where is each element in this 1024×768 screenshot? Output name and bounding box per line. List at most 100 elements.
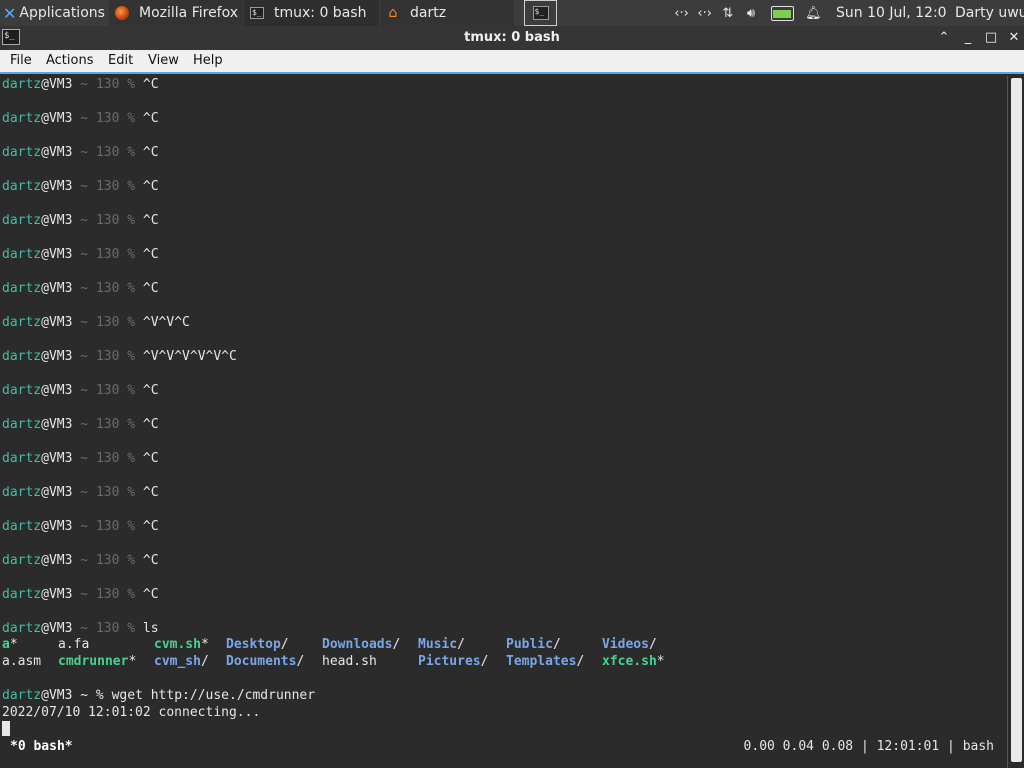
prompt-host: @VM3	[41, 417, 73, 432]
prompt-dir: ~	[72, 383, 96, 398]
prompt-user: dartz	[2, 451, 42, 466]
prompt-command: ^C	[142, 519, 159, 534]
ls-entry-name: cvm_sh	[154, 654, 201, 669]
ls-entry-name: Public	[506, 637, 553, 652]
prompt-exit-code: 130 %	[95, 349, 143, 364]
ls-entry-name: Videos	[602, 637, 649, 652]
prompt-exit-code: 130 %	[95, 451, 143, 466]
taskbar-item-label: Mozilla Firefox	[139, 5, 239, 21]
prompt-exit-code: 130 %	[95, 247, 143, 262]
ls-entry-name: Templates	[506, 654, 577, 669]
prompt-host: @VM3	[41, 451, 73, 466]
ls-entry-suffix: /	[457, 637, 465, 652]
battery-icon[interactable]	[770, 5, 794, 21]
prompt-host: @VM3	[41, 485, 73, 500]
prompt-user: dartz	[2, 621, 42, 636]
prompt-line: dartz@VM3 ~ 130 % ^C	[2, 518, 159, 535]
user-menu[interactable]: Darty uwu	[955, 0, 1024, 26]
ls-entry-suffix: *	[128, 654, 137, 669]
network-transfer-icon[interactable]: ⇅	[716, 6, 739, 21]
prompt-dir: ~	[72, 111, 96, 126]
prompt-host: @VM3	[41, 519, 73, 534]
maximize-button[interactable]: □	[981, 29, 1001, 47]
prompt-host: @VM3	[41, 179, 73, 194]
ls-entry-name: a	[2, 637, 10, 652]
top-panel: ✕ Applications Mozilla Firefox $_ tmux: …	[0, 0, 1024, 26]
prompt-exit-code: 130 %	[95, 553, 143, 568]
close-button[interactable]: ✕	[1004, 29, 1024, 47]
prompt-exit-code: 130 %	[95, 281, 143, 296]
tmux-status-bar: *0 bash* 0.00 0.04 0.08 | 12:01:01 | bas…	[0, 738, 1007, 755]
menu-view[interactable]: View	[148, 53, 179, 68]
clock[interactable]: Sun 10 Jul, 12:01	[836, 0, 948, 26]
ls-entry-name: Desktop	[226, 637, 281, 652]
prompt-line: dartz@VM3 ~ 130 % ls	[2, 620, 159, 637]
prompt-line: dartz@VM3 ~ 130 % ^V^V^V^V^V^C	[2, 348, 237, 365]
scrollbar-thumb[interactable]	[1011, 78, 1022, 762]
ls-entry: Documents/	[226, 653, 304, 670]
home-folder-icon: ⌂	[388, 5, 398, 21]
prompt-line: dartz@VM3 ~ 130 % ^C	[2, 484, 159, 501]
prompt-dir: ~	[72, 621, 96, 636]
volume-icon[interactable]: 🔊︎	[739, 6, 762, 21]
ls-entry-name: Music	[418, 637, 458, 652]
prompt-command: ^C	[142, 587, 159, 602]
prompt-line: dartz@VM3 ~ 130 % ^C	[2, 586, 159, 603]
prompt-command: ^C	[142, 247, 159, 262]
ls-entry: a.asm	[2, 653, 41, 670]
ls-entry-suffix: *	[656, 654, 665, 669]
prompt-host: @VM3	[41, 383, 73, 398]
ls-entry: Downloads/	[322, 636, 400, 653]
window-titlebar[interactable]: $_ tmux: 0 bash ⌃ _ □ ✕	[0, 26, 1024, 50]
prompt-command: ^C	[142, 145, 159, 160]
ls-entry-name: Downloads	[322, 637, 393, 652]
prompt-line: dartz@VM3 ~ 130 % ^C	[2, 280, 159, 297]
prompt-user: dartz	[2, 349, 42, 364]
menu-edit[interactable]: Edit	[108, 53, 133, 68]
notification-bell-icon[interactable]: 🔔︎	[802, 6, 825, 21]
prompt-host: @VM3	[41, 111, 73, 126]
ls-entry: Desktop/	[226, 636, 289, 653]
menu-file[interactable]: File	[10, 53, 32, 68]
taskbar-item-firefox[interactable]: Mozilla Firefox	[109, 0, 243, 26]
prompt-dir: ~	[72, 519, 96, 534]
network-icon[interactable]: ‹·›	[670, 6, 693, 21]
menu-actions[interactable]: Actions	[46, 53, 94, 68]
prompt-line: dartz@VM3 ~ 130 % ^C	[2, 450, 159, 467]
prompt-user: dartz	[2, 247, 42, 262]
applications-menu-button[interactable]: ✕ Applications	[0, 0, 108, 26]
network-icon[interactable]: ‹·›	[693, 6, 716, 21]
ls-entry: xfce.sh*	[602, 653, 665, 670]
ls-entry-suffix: /	[296, 654, 305, 669]
prompt-exit-code: 130 %	[95, 519, 143, 534]
ls-entry-name: cvm.sh	[154, 637, 201, 652]
prompt-user: dartz	[2, 587, 42, 602]
prompt-command: ^C	[142, 451, 159, 466]
taskbar-item-tmux[interactable]: $_ tmux: 0 bash	[244, 0, 379, 26]
prompt-exit-code: 130 %	[95, 179, 143, 194]
terminal-area[interactable]: dartz@VM3 ~ 130 % ^C dartz@VM3 ~ 130 % ^C…	[0, 76, 1007, 768]
prompt-exit-code: 130 %	[95, 383, 143, 398]
window-title: tmux: 0 bash	[464, 30, 560, 45]
prompt-command: ^C	[142, 281, 159, 296]
menu-help[interactable]: Help	[193, 53, 223, 68]
minimize-button[interactable]: _	[958, 29, 978, 47]
prompt-dir: ~	[72, 587, 96, 602]
taskbar-item-dartz[interactable]: ⌂ dartz	[380, 0, 514, 26]
terminal-icon: $_	[248, 5, 266, 21]
vertical-scrollbar[interactable]	[1007, 76, 1024, 768]
roll-up-icon[interactable]: ⌃	[934, 29, 954, 47]
text-cursor	[2, 721, 10, 736]
prompt-line: dartz@VM3 ~ % wget http://use./cmdrunner	[2, 687, 315, 704]
ls-entry: cmdrunner*	[58, 653, 136, 670]
ls-entry-name: a.fa	[58, 637, 90, 652]
command-output: 2022/07/10 12:01:02 connecting...	[2, 705, 261, 720]
tmux-window-label[interactable]: *0 bash*	[10, 738, 73, 755]
tmux-status-right: 0.00 0.04 0.08 | 12:01:01 | bash	[743, 739, 994, 754]
ls-entry-suffix: /	[280, 637, 289, 652]
prompt-command: ^C	[142, 553, 159, 568]
menu-bar: File Actions Edit View Help	[0, 50, 1024, 74]
ls-entry-name: cmdrunner	[58, 654, 129, 669]
prompt-command: ls	[142, 621, 159, 636]
terminal-launcher-button[interactable]: $_	[524, 0, 557, 26]
